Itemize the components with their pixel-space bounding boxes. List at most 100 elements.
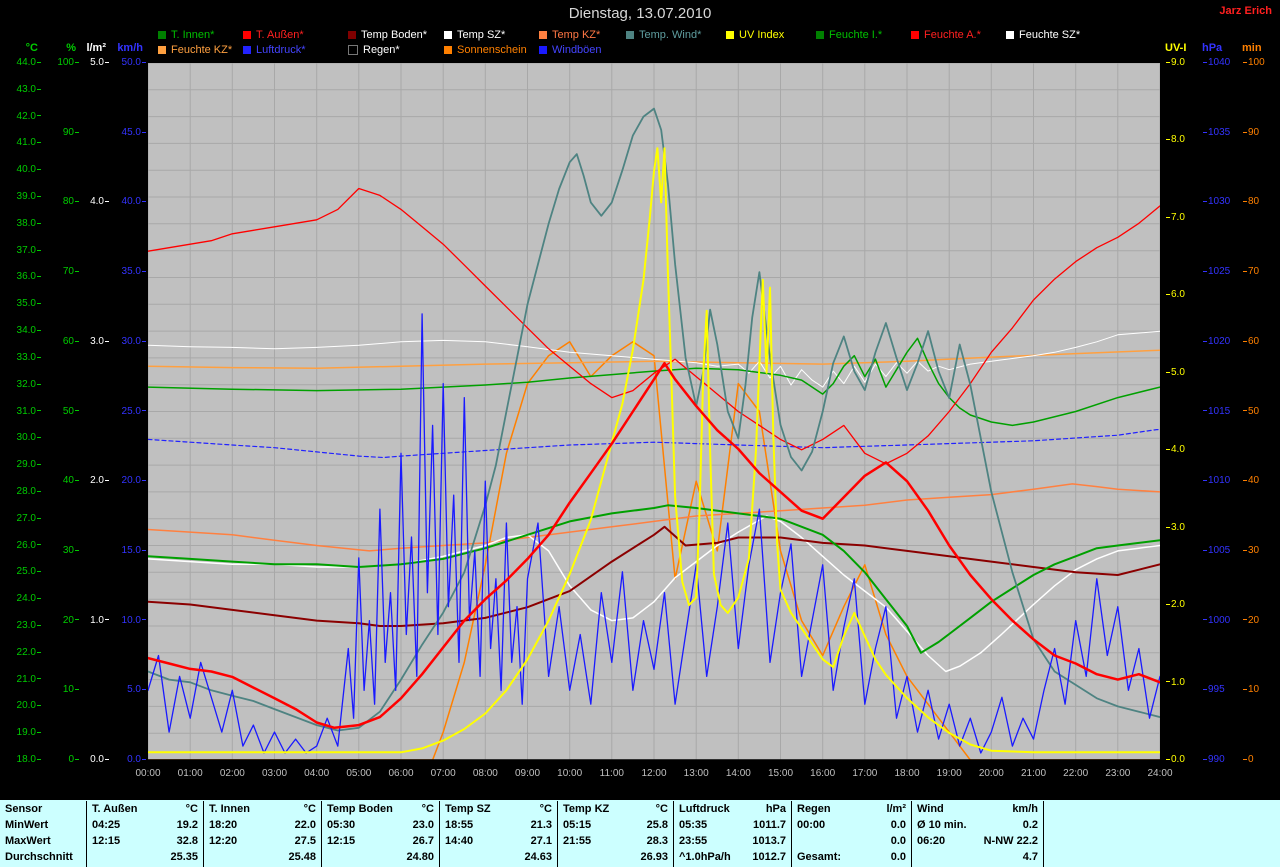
y-tick-kmh: 15.0 [101, 545, 147, 557]
weather-app-window: { "window": { "title": "Dienstag, 13.07.… [0, 0, 1280, 867]
table-row-header: Durchschnitt [0, 849, 86, 865]
y-tick-kmh: 30.0 [101, 336, 147, 348]
legend-color-swatch [911, 31, 919, 39]
y-tick-min_axis: 100 [1242, 57, 1265, 69]
x-tick-label: 14:00 [720, 768, 756, 779]
legend-label: Windböen [552, 44, 602, 56]
y-tick-percent: 70 [34, 266, 80, 278]
y-tick-celsius: 19.0 [0, 727, 42, 739]
table-cell: 21:5528.3 [558, 833, 673, 849]
legend-label: Regen* [363, 44, 400, 56]
y-tick-hpa: 1005 [1202, 545, 1230, 557]
legend-color-swatch [539, 31, 547, 39]
x-tick-label: 24:00 [1142, 768, 1178, 779]
legend-color-swatch [1006, 31, 1014, 39]
legend-label: Luftdruck* [256, 44, 306, 56]
y-tick-hpa: 1035 [1202, 127, 1230, 139]
y-tick-hpa: 1010 [1202, 475, 1230, 487]
legend-item: Sonnenschein [444, 44, 539, 56]
x-tick-label: 04:00 [299, 768, 335, 779]
table-cell: 14:4027.1 [440, 833, 557, 849]
y-tick-kmh: 5.0 [101, 684, 147, 696]
legend-color-swatch [158, 46, 166, 54]
page-title: Dienstag, 13.07.2010 [0, 5, 1280, 22]
x-tick-label: 11:00 [594, 768, 630, 779]
legend-label: Feuchte A.* [924, 29, 981, 41]
table-col: T. Innen°C18:2022.012:2027.525.48 [203, 801, 321, 867]
x-tick-label: 00:00 [130, 768, 166, 779]
legend-label: Sonnenschein [457, 44, 527, 56]
y-tick-celsius: 25.0 [0, 566, 42, 578]
table-cell: 06:20N-NW 22.2 [912, 833, 1043, 849]
y-tick-celsius: 28.0 [0, 486, 42, 498]
x-tick-label: 10:00 [552, 768, 588, 779]
legend-label: Temp SZ* [457, 29, 505, 41]
legend-label: T. Innen* [171, 29, 214, 41]
y-tick-kmh: 0.0 [101, 754, 147, 766]
x-tick-label: 02:00 [214, 768, 250, 779]
legend-color-swatch [816, 31, 824, 39]
legend: T. Innen*T. Außen*Temp Boden*Temp SZ*Tem… [158, 29, 1096, 56]
table-col-header: Temp SZ°C [440, 801, 557, 817]
legend-item: Luftdruck* [243, 44, 348, 56]
x-tick-label: 13:00 [678, 768, 714, 779]
x-tick-label: 05:00 [341, 768, 377, 779]
y-tick-celsius: 43.0 [0, 84, 42, 96]
table-cell: 18:2022.0 [204, 817, 321, 833]
y-tick-kmh: 20.0 [101, 475, 147, 487]
y-tick-percent: 90 [34, 127, 80, 139]
legend-item: Feuchte KZ* [158, 44, 243, 56]
x-tick-label: 22:00 [1058, 768, 1094, 779]
y-tick-hpa: 990 [1202, 754, 1225, 766]
x-tick-label: 08:00 [467, 768, 503, 779]
x-tick-label: 07:00 [425, 768, 461, 779]
table-cell: 12:1532.8 [87, 833, 203, 849]
stats-table: SensorMinWertMaxWertDurchschnittT. Außen… [0, 800, 1280, 867]
table-cell: 0.0 [792, 833, 911, 849]
table-cell: 25.35 [87, 849, 203, 865]
y-tick-min_axis: 90 [1242, 127, 1259, 139]
legend-item: T. Innen* [158, 29, 243, 41]
chart-plot-area [148, 63, 1160, 760]
legend-item: Feuchte SZ* [1006, 29, 1096, 41]
x-tick-label: 23:00 [1100, 768, 1136, 779]
table-cell: 25.48 [204, 849, 321, 865]
y-tick-min_axis: 70 [1242, 266, 1259, 278]
legend-color-swatch [726, 31, 734, 39]
table-col-header: T. Außen°C [87, 801, 203, 817]
table-cell: 00:000.0 [792, 817, 911, 833]
y-tick-uv: 8.0 [1165, 134, 1185, 146]
legend-color-swatch [444, 46, 452, 54]
legend-color-swatch [348, 31, 356, 39]
y-tick-celsius: 32.0 [0, 379, 42, 391]
x-tick-label: 19:00 [931, 768, 967, 779]
x-tick-label: 18:00 [889, 768, 925, 779]
table-col: Temp Boden°C05:3023.012:1526.724.80 [321, 801, 439, 867]
table-cell: Ø 10 min.0.2 [912, 817, 1043, 833]
y-tick-kmh: 50.0 [101, 57, 147, 69]
y-tick-celsius: 27.0 [0, 513, 42, 525]
legend-label: Feuchte I.* [829, 29, 882, 41]
y-tick-celsius: 30.0 [0, 432, 42, 444]
legend-color-swatch [348, 45, 358, 55]
x-tick-label: 01:00 [172, 768, 208, 779]
x-tick-label: 03:00 [257, 768, 293, 779]
legend-label: Feuchte KZ* [171, 44, 232, 56]
table-col-header: Windkm/h [912, 801, 1043, 817]
legend-label: UV Index [739, 29, 784, 41]
table-col-header: Temp Boden°C [322, 801, 439, 817]
table-col-header: Regenl/m² [792, 801, 911, 817]
y-tick-min_axis: 60 [1242, 336, 1259, 348]
y-tick-uv: 7.0 [1165, 212, 1185, 224]
table-cell: Gesamt:0.0 [792, 849, 911, 865]
table-cell: 12:1526.7 [322, 833, 439, 849]
legend-label: T. Außen* [256, 29, 304, 41]
table-cell: 18:5521.3 [440, 817, 557, 833]
axis-unit-kmh: km/h [97, 42, 143, 54]
table-col: Regenl/m²00:000.00.0Gesamt:0.0 [791, 801, 911, 867]
legend-item: Temp SZ* [444, 29, 539, 41]
table-row-header: MinWert [0, 817, 86, 833]
y-tick-percent: 30 [34, 545, 80, 557]
axis-unit-hpa: hPa [1202, 42, 1222, 54]
legend-item: Feuchte A.* [911, 29, 1006, 41]
